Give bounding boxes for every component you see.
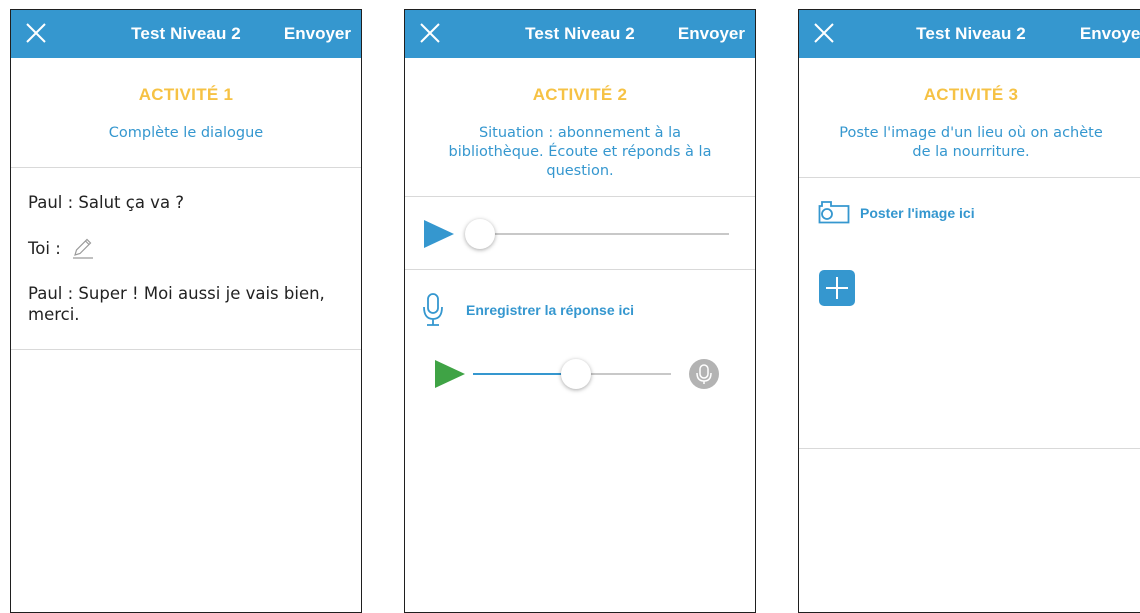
camera-icon[interactable]: [818, 200, 850, 224]
activity-instruction: Situation : abonnement à la bibliothèque…: [448, 125, 712, 179]
add-image-button[interactable]: [819, 270, 855, 306]
audio-track: [479, 233, 729, 235]
pencil-icon[interactable]: [71, 236, 95, 260]
dialogue-speaker: Toi :: [28, 238, 61, 258]
record-row: Enregistrer la réponse ici: [405, 270, 755, 330]
activity-1-screen: Test Niveau 2 Envoyer ACTIVITÉ 1 Complèt…: [10, 9, 362, 613]
top-bar: Test Niveau 2 Envoyer: [405, 10, 755, 58]
divider: [11, 349, 361, 350]
audio-scrubber[interactable]: [465, 219, 495, 249]
play-icon[interactable]: [424, 220, 454, 248]
top-bar: Test Niveau 2 Envoyer: [11, 10, 361, 58]
dialogue: Paul : Salut ça va ? Toi : Paul : Super …: [11, 193, 361, 325]
activity-3-screen: Test Niveau 2 Envoyer ACTIVITÉ 3 Poste l…: [798, 9, 1140, 613]
dialogue-line: Paul : Salut ça va ?: [28, 193, 185, 212]
plus-icon: [826, 277, 848, 299]
activity-2-screen: Test Niveau 2 Envoyer ACTIVITÉ 2 Situati…: [404, 9, 756, 613]
activity-title: ACTIVITÉ 3: [923, 85, 1019, 104]
play-icon[interactable]: [435, 360, 465, 388]
post-image-link[interactable]: Poster l'image ici: [860, 205, 975, 221]
dialogue-answer-row: Toi :: [28, 236, 344, 260]
recording-player: [405, 330, 755, 390]
send-button[interactable]: Envoyer: [284, 24, 351, 44]
activity-instruction: Complète le dialogue: [108, 125, 264, 141]
divider: [799, 448, 1140, 449]
send-button[interactable]: Envoyer: [1080, 24, 1140, 44]
microphone-icon[interactable]: [689, 359, 719, 389]
audio-player: [405, 197, 755, 269]
post-image-row: Poster l'image ici: [799, 178, 1140, 248]
activity-instruction: Poste l'image d'un lieu où on achète de …: [839, 125, 1103, 160]
recording-scrubber[interactable]: [561, 359, 591, 389]
top-bar: Test Niveau 2 Envoyer: [799, 10, 1140, 58]
recording-progress: [473, 373, 563, 375]
activity-title: ACTIVITÉ 1: [138, 85, 234, 104]
microphone-icon[interactable]: [422, 292, 444, 326]
send-button[interactable]: Envoyer: [678, 24, 745, 44]
divider: [11, 167, 361, 168]
dialogue-line: Paul : Super ! Moi aussi je vais bien, m…: [28, 284, 325, 324]
record-answer-link[interactable]: Enregistrer la réponse ici: [466, 302, 634, 318]
activity-title: ACTIVITÉ 2: [532, 85, 628, 104]
